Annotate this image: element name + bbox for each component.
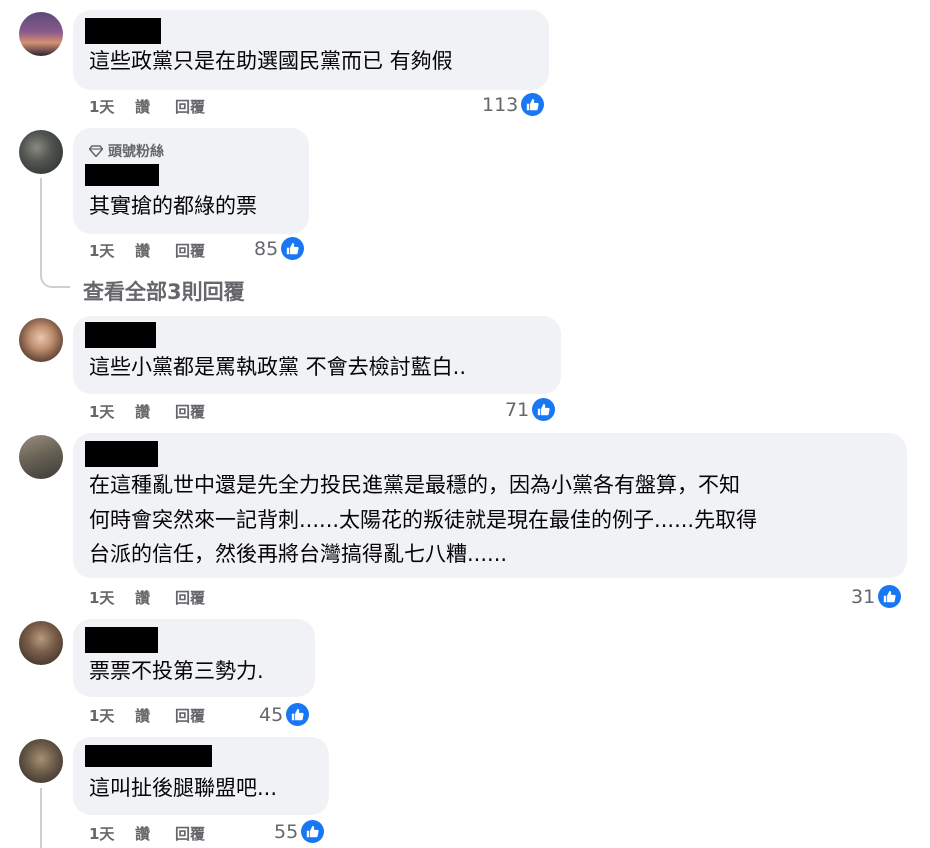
commenter-name-redacted[interactable]	[85, 745, 212, 767]
comment-text: 其實搶的都綠的票	[89, 194, 257, 218]
thread-line-curve	[40, 264, 70, 288]
commenter-name-redacted[interactable]	[85, 322, 156, 348]
avatar[interactable]	[19, 435, 63, 479]
badge-label: 頭號粉絲	[108, 144, 164, 160]
commenter-name-redacted[interactable]	[85, 627, 158, 653]
reply-button[interactable]: 回覆	[175, 823, 205, 844]
comment-time[interactable]: 1天	[89, 587, 114, 608]
reaction-count[interactable]: 55	[274, 820, 325, 843]
comment-time[interactable]: 1天	[89, 240, 114, 261]
reply-button[interactable]: 回覆	[175, 705, 205, 726]
comment-text: 這叫扯後腿聯盟吧...	[89, 776, 278, 800]
avatar[interactable]	[19, 130, 63, 174]
thumbs-up-icon	[521, 93, 545, 116]
commenter-name-redacted[interactable]	[85, 18, 161, 44]
comment-time[interactable]: 1天	[89, 705, 114, 726]
avatar[interactable]	[19, 621, 63, 665]
comment-text-line: 台派的信任，然後再將台灣搞得亂七八糟......	[89, 542, 508, 566]
thread-line	[40, 178, 42, 276]
like-button[interactable]: 讚	[135, 705, 150, 726]
thumbs-up-icon	[281, 237, 305, 260]
reply-button[interactable]: 回覆	[175, 96, 205, 117]
reaction-count-value: 45	[259, 703, 284, 726]
top-fan-badge: 頭號粉絲	[89, 141, 164, 161]
reply-button[interactable]: 回覆	[175, 401, 205, 422]
comment-time[interactable]: 1天	[89, 96, 114, 117]
reaction-count-value: 113	[482, 93, 519, 116]
thumbs-up-icon	[301, 820, 325, 843]
thumbs-up-icon	[532, 398, 556, 421]
reaction-count[interactable]: 113	[482, 93, 545, 116]
reaction-count-value: 85	[254, 237, 279, 260]
commenter-name-redacted[interactable]	[85, 441, 158, 467]
comment-text-line: 在這種亂世中還是先全力投民進黨是最穩的，因為小黨各有盤算，不知	[89, 473, 740, 497]
comment-text-line: 何時會突然來一記背刺......太陽花的叛徒就是現在最佳的例子......先取得	[89, 508, 758, 532]
like-button[interactable]: 讚	[135, 587, 150, 608]
avatar[interactable]	[19, 739, 63, 783]
commenter-name-redacted[interactable]	[85, 164, 159, 186]
reaction-count-value: 31	[851, 585, 876, 608]
avatar[interactable]	[19, 12, 63, 56]
thumbs-up-icon	[878, 585, 902, 608]
reaction-count-value: 71	[505, 398, 530, 421]
reaction-count[interactable]: 31	[851, 585, 902, 608]
avatar[interactable]	[19, 318, 63, 362]
comment-time[interactable]: 1天	[89, 401, 114, 422]
thread-line	[40, 788, 42, 848]
like-button[interactable]: 讚	[135, 401, 150, 422]
comment-text: 這些小黨都是罵執政黨 不會去檢討藍白..	[89, 355, 467, 379]
reply-button[interactable]: 回覆	[175, 240, 205, 261]
reaction-count[interactable]: 45	[259, 703, 310, 726]
view-all-replies-link[interactable]: 查看全部3則回覆	[83, 276, 245, 306]
thumbs-up-icon	[286, 703, 310, 726]
comment-text: 這些政黨只是在助選國民黨而已 有夠假	[89, 49, 453, 73]
reaction-count[interactable]: 71	[505, 398, 556, 421]
reaction-count[interactable]: 85	[254, 237, 305, 260]
like-button[interactable]: 讚	[135, 823, 150, 844]
comment-time[interactable]: 1天	[89, 823, 114, 844]
like-button[interactable]: 讚	[135, 240, 150, 261]
like-button[interactable]: 讚	[135, 96, 150, 117]
reply-button[interactable]: 回覆	[175, 587, 205, 608]
diamond-icon	[89, 145, 103, 157]
comment-text: 票票不投第三勢力.	[89, 659, 264, 683]
reaction-count-value: 55	[274, 820, 299, 843]
